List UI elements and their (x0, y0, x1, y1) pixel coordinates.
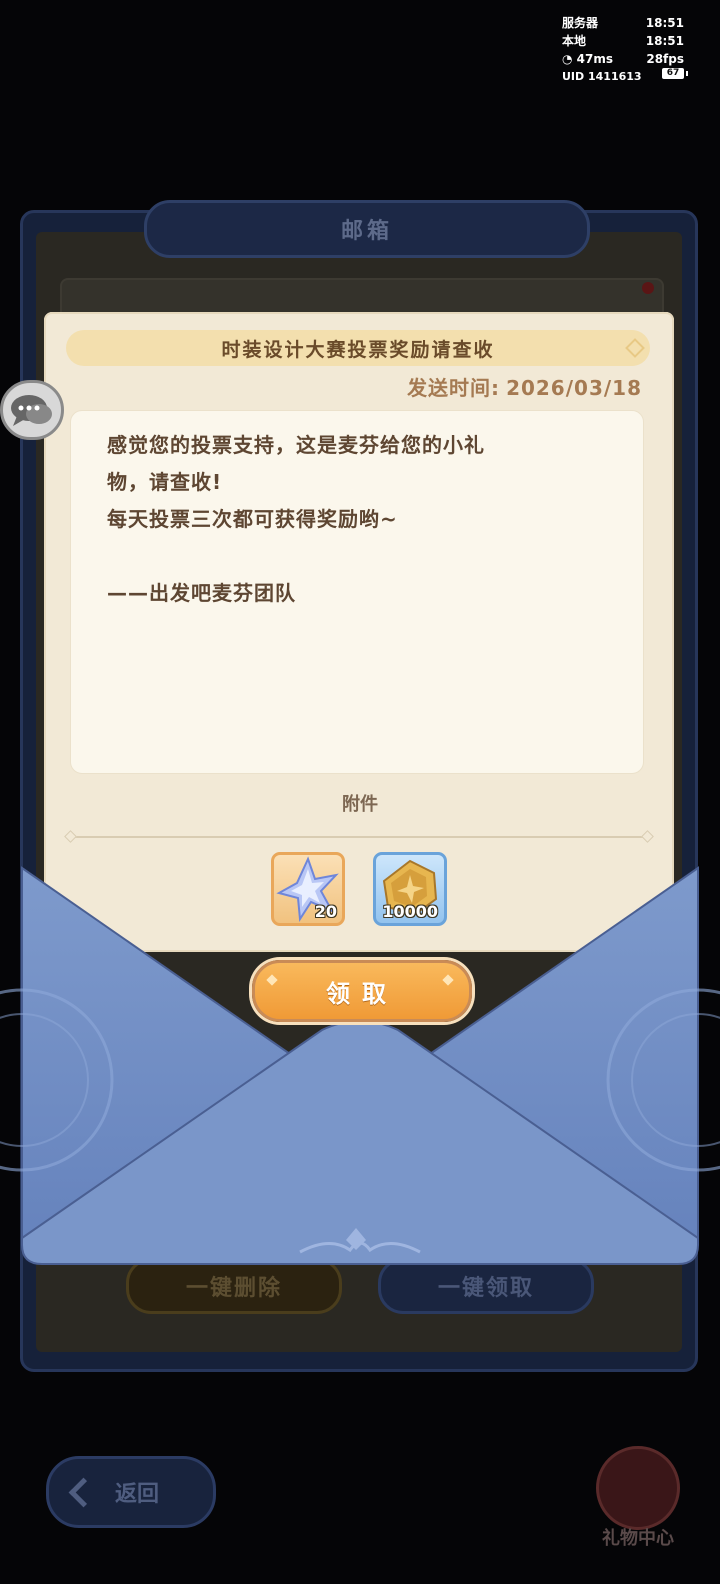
claim-button[interactable]: 领取 (252, 960, 472, 1022)
chat-button[interactable] (0, 380, 64, 440)
chat-bubble-icon (11, 395, 52, 426)
envelope-front (0, 866, 720, 1265)
